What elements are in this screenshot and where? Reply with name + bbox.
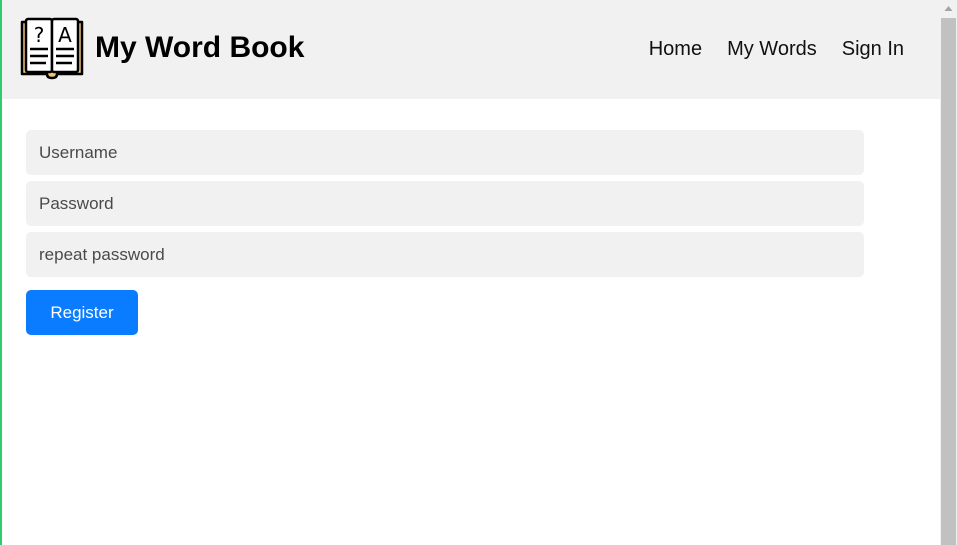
repeat-password-field[interactable]	[26, 232, 864, 277]
nav-link-home[interactable]: Home	[649, 37, 702, 61]
register-form: Register	[26, 130, 864, 335]
register-button[interactable]: Register	[26, 290, 138, 335]
site-title: My Word Book	[95, 31, 305, 64]
vertical-scrollbar[interactable]	[940, 0, 957, 545]
logo[interactable]: ? A	[20, 16, 84, 80]
scroll-up-arrow-icon[interactable]	[940, 0, 957, 17]
site-header: ? A My Word Book Home My Words Sign In	[2, 0, 940, 99]
logo-question-glyph: ?	[34, 23, 45, 47]
logo-letter-glyph: A	[58, 23, 72, 47]
main-nav: Home My Words Sign In	[649, 37, 904, 61]
scrollbar-thumb[interactable]	[941, 18, 956, 545]
password-field[interactable]	[26, 181, 864, 226]
open-book-icon: ? A	[20, 17, 84, 80]
nav-link-sign-in[interactable]: Sign In	[842, 37, 904, 61]
nav-link-my-words[interactable]: My Words	[727, 37, 817, 61]
username-field[interactable]	[26, 130, 864, 175]
